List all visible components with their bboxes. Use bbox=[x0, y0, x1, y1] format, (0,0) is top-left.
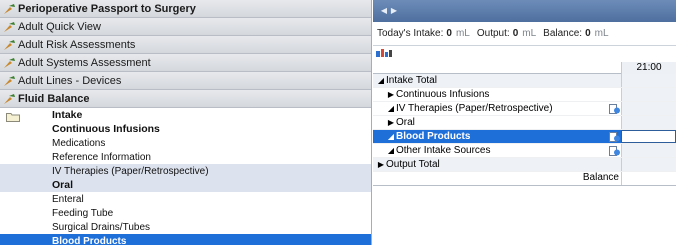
expand-icon[interactable]: ▶ bbox=[386, 90, 396, 99]
row-intake-total[interactable]: ◢ Intake Total bbox=[373, 74, 676, 88]
document-icon[interactable] bbox=[609, 146, 620, 156]
section-item-label: Reference Information bbox=[52, 151, 151, 163]
row-label: Blood Products bbox=[396, 131, 471, 142]
value-cell[interactable] bbox=[621, 102, 676, 115]
scroll-right-button[interactable]: ▶ bbox=[389, 6, 399, 16]
value-cell[interactable] bbox=[621, 158, 676, 171]
collapse-icon[interactable]: ◢ bbox=[376, 76, 386, 85]
row-label: Intake Total bbox=[386, 75, 437, 86]
band-label: Perioperative Passport to Surgery bbox=[18, 2, 196, 15]
collapse-icon[interactable]: ◢ bbox=[386, 104, 396, 113]
section-item-blood-products[interactable]: Blood Products bbox=[0, 234, 371, 245]
intake-label: Today's Intake: bbox=[377, 28, 444, 39]
balance-label: Balance: bbox=[543, 28, 583, 39]
value-cell-selected[interactable] bbox=[621, 130, 676, 143]
collapse-icon[interactable]: ◢ bbox=[386, 132, 396, 141]
row-label: IV Therapies (Paper/Retrospective) bbox=[396, 103, 553, 114]
section-item-feeding-tube[interactable]: Feeding Tube bbox=[0, 206, 371, 220]
section-item-label: Medications bbox=[52, 137, 106, 149]
section-item-oral[interactable]: Oral bbox=[0, 178, 371, 192]
band-adult-quick-view[interactable]: Adult Quick View bbox=[0, 18, 371, 36]
band-adult-systems-assessment[interactable]: Adult Systems Assessment bbox=[0, 54, 371, 72]
section-item-enteral[interactable]: Enteral bbox=[0, 192, 371, 206]
row-balance: Balance bbox=[373, 172, 676, 186]
row-iv-therapies[interactable]: ◢ IV Therapies (Paper/Retrospective) bbox=[373, 102, 676, 116]
balance-cell bbox=[621, 172, 676, 185]
section-item-label: Oral bbox=[52, 179, 74, 191]
row-continuous-infusions[interactable]: ▶ Continuous Infusions bbox=[373, 88, 676, 102]
intake-output-summary: Today's Intake: 0 mL Output: 0 mL Balanc… bbox=[373, 22, 676, 46]
value-cell[interactable] bbox=[621, 74, 676, 87]
band-icon bbox=[4, 94, 15, 104]
band-icon bbox=[4, 4, 15, 14]
band-label: Adult Quick View bbox=[18, 20, 101, 33]
output-unit: mL bbox=[522, 28, 537, 39]
band-label: Adult Lines - Devices bbox=[18, 74, 122, 87]
expand-icon[interactable]: ▶ bbox=[376, 160, 386, 169]
band-perioperative-passport[interactable]: Perioperative Passport to Surgery bbox=[0, 0, 371, 18]
tab-bar: ◀ ▶ bbox=[373, 0, 676, 22]
row-blood-products[interactable]: ◢ Blood Products bbox=[373, 130, 676, 144]
section-item-label: Intake bbox=[52, 109, 83, 121]
value-cell[interactable] bbox=[621, 116, 676, 129]
section-item-surgical-drains[interactable]: Surgical Drains/Tubes bbox=[0, 220, 371, 234]
section-item-reference-information[interactable]: Reference Information bbox=[0, 150, 371, 164]
section-item-label: Surgical Drains/Tubes bbox=[52, 221, 151, 233]
band-icon bbox=[4, 40, 15, 50]
band-icon bbox=[4, 58, 15, 68]
document-icon[interactable] bbox=[609, 104, 620, 114]
row-label: Output Total bbox=[386, 159, 440, 170]
section-item-intake[interactable]: Intake bbox=[0, 108, 371, 122]
flowsheet-grid: ◢ Intake Total ▶ Continuous Infusions ◢ … bbox=[373, 74, 676, 186]
section-item-label: Continuous Infusions bbox=[52, 123, 160, 135]
output-label: Output: bbox=[476, 28, 510, 39]
collapse-icon[interactable]: ◢ bbox=[386, 146, 396, 155]
band-navigator: Perioperative Passport to Surgery Adult … bbox=[0, 0, 372, 245]
value-cell[interactable] bbox=[621, 144, 676, 157]
section-item-medications[interactable]: Medications bbox=[0, 136, 371, 150]
band-label: Fluid Balance bbox=[18, 92, 90, 105]
section-item-continuous-infusions[interactable]: Continuous Infusions bbox=[0, 122, 371, 136]
time-column-header[interactable]: 21:00 bbox=[621, 62, 676, 74]
intake-unit: mL bbox=[455, 28, 470, 39]
band-icon bbox=[4, 22, 15, 32]
balance-unit: mL bbox=[594, 28, 609, 39]
intake-value: 0 bbox=[446, 28, 452, 39]
band-adult-risk-assessments[interactable]: Adult Risk Assessments bbox=[0, 36, 371, 54]
section-item-iv-therapies[interactable]: IV Therapies (Paper/Retrospective) bbox=[0, 164, 371, 178]
flowsheet-panel: ◀ ▶ Today's Intake: 0 mL Output: 0 mL Ba… bbox=[373, 0, 676, 245]
band-adult-lines-devices[interactable]: Adult Lines - Devices bbox=[0, 72, 371, 90]
expand-icon[interactable]: ▶ bbox=[386, 118, 396, 127]
folder-icon bbox=[6, 113, 20, 122]
output-value: 0 bbox=[512, 28, 519, 39]
flowsheet-icon[interactable] bbox=[376, 49, 392, 59]
row-oral[interactable]: ▶ Oral bbox=[373, 116, 676, 130]
row-label: Oral bbox=[396, 117, 415, 128]
row-output-total[interactable]: ▶ Output Total bbox=[373, 158, 676, 172]
fluid-balance-section-list: Intake Continuous Infusions Medications … bbox=[0, 108, 371, 245]
row-other-intake-sources[interactable]: ◢ Other Intake Sources bbox=[373, 144, 676, 158]
band-icon bbox=[4, 76, 15, 86]
value-cell[interactable] bbox=[621, 88, 676, 101]
section-item-label: Enteral bbox=[52, 193, 84, 205]
flowsheet-header: 21:00 bbox=[373, 46, 676, 74]
balance-row-label: Balance bbox=[582, 172, 619, 183]
section-item-label: Blood Products bbox=[52, 235, 127, 245]
row-label: Continuous Infusions bbox=[396, 89, 490, 100]
scroll-left-button[interactable]: ◀ bbox=[379, 6, 389, 16]
section-item-label: Feeding Tube bbox=[52, 207, 114, 219]
row-label: Other Intake Sources bbox=[396, 145, 491, 156]
balance-value: 0 bbox=[585, 28, 591, 39]
band-fluid-balance[interactable]: Fluid Balance bbox=[0, 90, 371, 108]
band-label: Adult Systems Assessment bbox=[18, 56, 151, 69]
section-item-label: IV Therapies (Paper/Retrospective) bbox=[52, 165, 209, 177]
document-icon[interactable] bbox=[609, 132, 620, 142]
band-label: Adult Risk Assessments bbox=[18, 38, 136, 51]
